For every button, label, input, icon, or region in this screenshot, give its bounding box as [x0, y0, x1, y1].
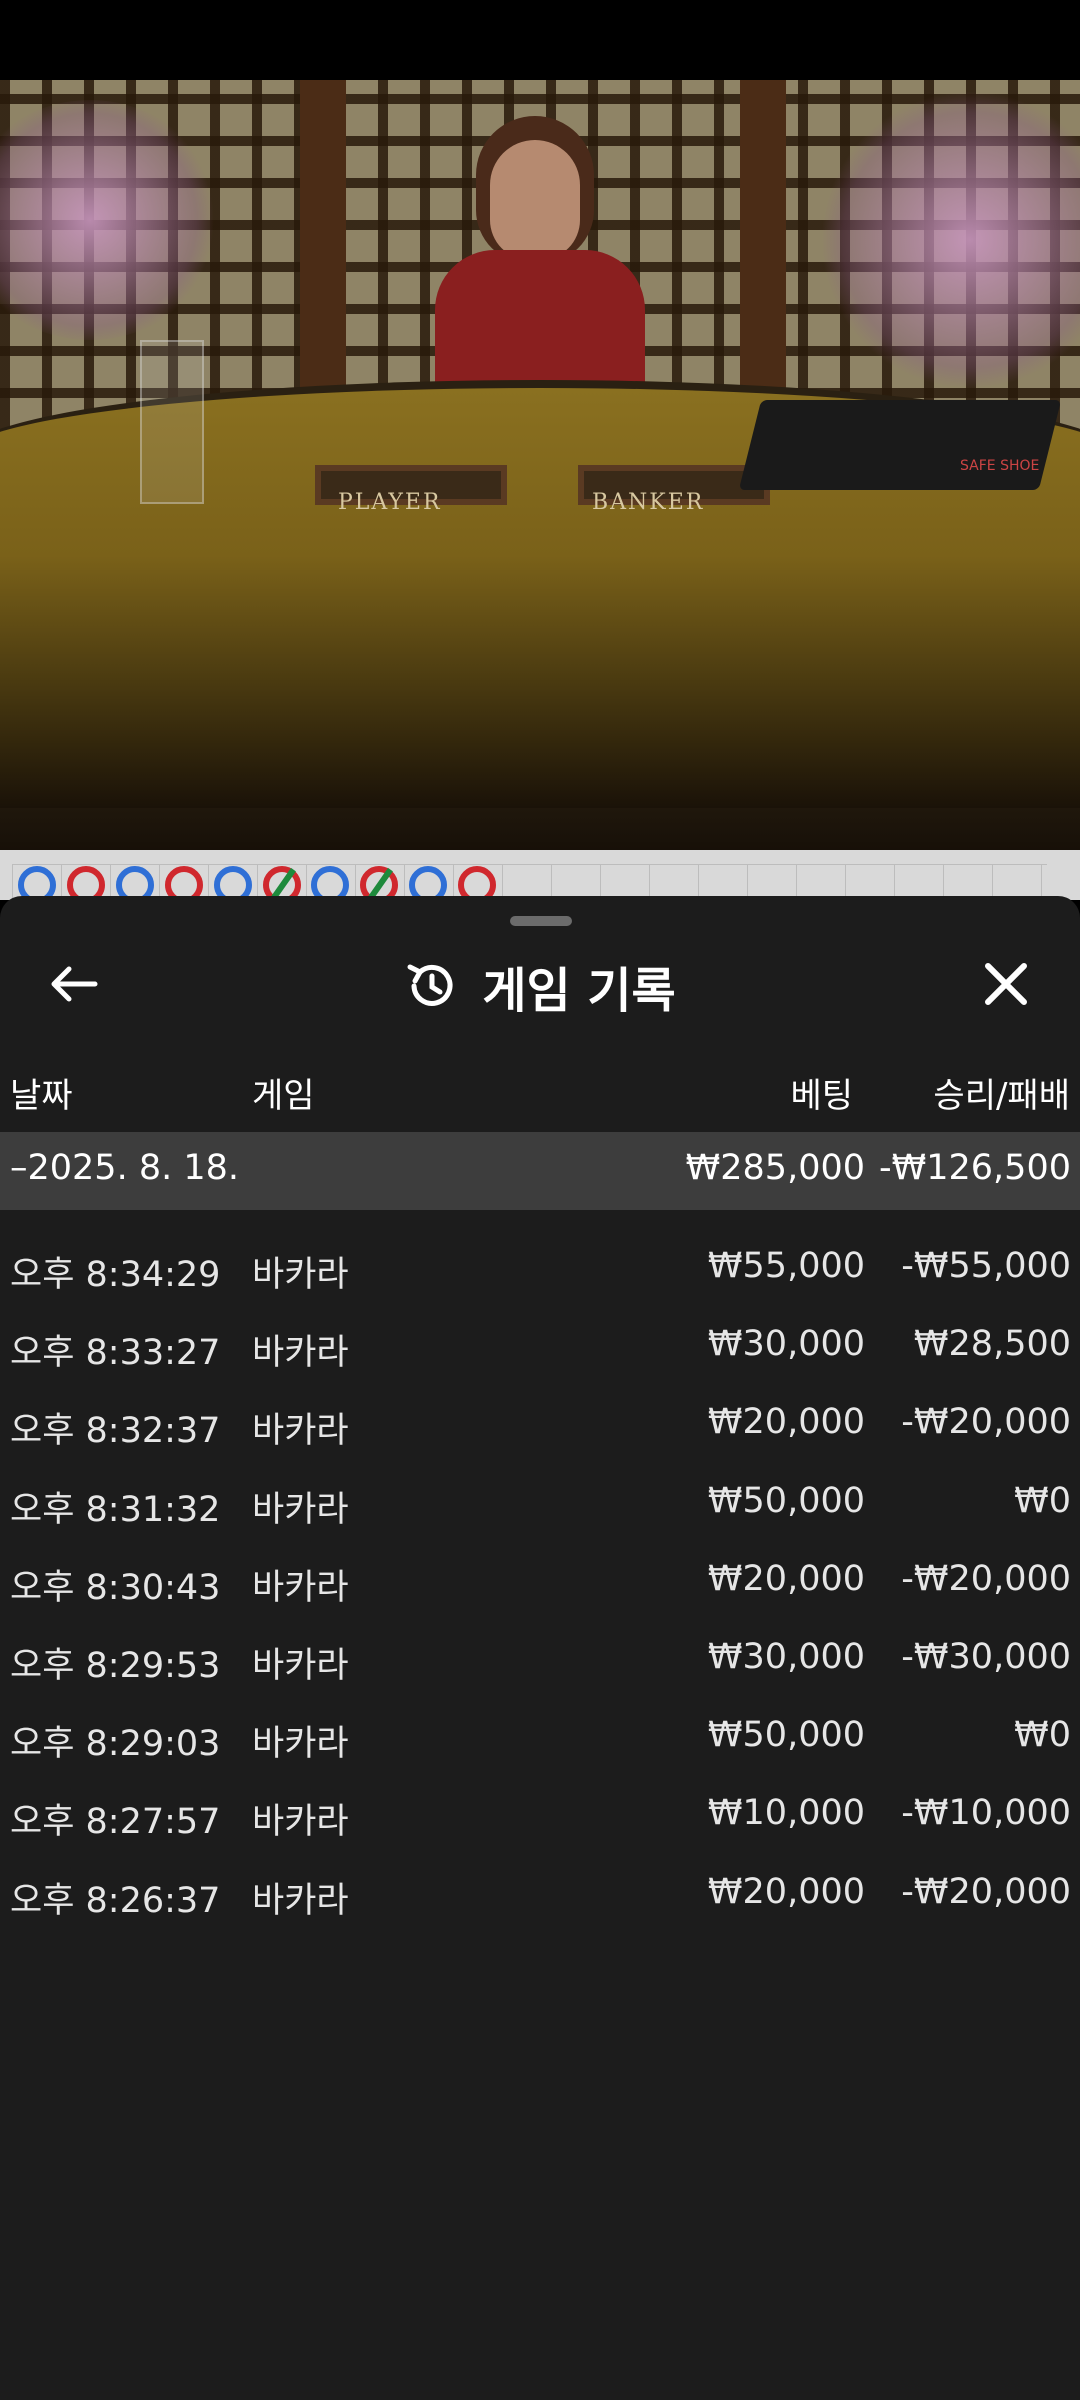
- row-result: -₩10,000: [901, 1793, 1071, 1834]
- table-row[interactable]: 오후 8:30:43 바카라 ₩20,000 -₩20,000: [0, 1547, 1080, 1625]
- player-label: PLAYER: [338, 490, 442, 515]
- row-bet: ₩20,000: [707, 1402, 865, 1443]
- row-time: 오후 8:30:43: [10, 1567, 221, 1608]
- table-row[interactable]: 오후 8:34:29 바카라 ₩55,000 -₩55,000: [0, 1234, 1080, 1312]
- row-bet: ₩50,000: [707, 1715, 865, 1756]
- column-header-game: 게임: [252, 1076, 315, 1116]
- bead-player: [18, 866, 56, 900]
- row-result: ₩0: [1014, 1715, 1071, 1756]
- table-row[interactable]: 오후 8:27:57 바카라 ₩10,000 -₩10,000: [0, 1781, 1080, 1859]
- row-result: -₩20,000: [901, 1402, 1071, 1443]
- row-game: 바카라: [252, 1567, 349, 1608]
- drag-handle[interactable]: [510, 916, 572, 926]
- row-game: 바카라: [252, 1880, 349, 1921]
- bead-banker: [66, 866, 105, 900]
- row-bet: ₩55,000: [707, 1246, 865, 1286]
- row-bet: ₩50,000: [707, 1480, 865, 1521]
- bead-player: [311, 866, 350, 900]
- row-time: 오후 8:33:27: [10, 1333, 221, 1374]
- card-shoe: [738, 400, 1062, 490]
- row-result: -₩20,000: [901, 1558, 1071, 1599]
- live-video-feed[interactable]: PLAYER BANKER SAFE SHOE: [0, 80, 1080, 850]
- table-row[interactable]: 오후 8:29:53 바카라 ₩30,000 -₩30,000: [0, 1625, 1080, 1703]
- row-time: 오후 8:34:29: [10, 1255, 221, 1295]
- row-time: 오후 8:26:37: [10, 1880, 221, 1921]
- column-header-bet: 베팅: [790, 1076, 853, 1116]
- date-group-date: –2025. 8. 18.: [10, 1148, 240, 1188]
- history-icon: [407, 964, 453, 1006]
- bead-banker: [360, 866, 399, 900]
- row-bet: ₩20,000: [707, 1871, 865, 1912]
- table-row[interactable]: 오후 8:33:27 바카라 ₩30,000 ₩28,500: [0, 1312, 1080, 1390]
- row-bet: ₩10,000: [707, 1793, 865, 1834]
- row-game: 바카라: [252, 1802, 349, 1843]
- table-row[interactable]: 오후 8:31:32 바카라 ₩50,000 ₩0: [0, 1469, 1080, 1547]
- arrow-left-icon: [51, 966, 98, 1002]
- close-button[interactable]: [970, 948, 1042, 1020]
- bead-banker: [458, 866, 497, 900]
- date-group-row[interactable]: –2025. 8. 18. ₩285,000 -₩126,500: [0, 1132, 1080, 1210]
- bead-banker: [262, 866, 301, 900]
- column-header-date: 날짜: [10, 1076, 73, 1116]
- row-bet: ₩30,000: [707, 1637, 865, 1677]
- row-result: -₩55,000: [901, 1246, 1071, 1286]
- row-game: 바카라: [252, 1724, 349, 1765]
- date-group-result-total: -₩126,500: [879, 1148, 1071, 1188]
- row-result: -₩30,000: [901, 1637, 1071, 1677]
- banker-label: BANKER: [592, 490, 705, 515]
- back-button[interactable]: [38, 948, 110, 1020]
- bead-player: [409, 866, 448, 900]
- row-time: 오후 8:32:37: [10, 1411, 221, 1452]
- row-bet: ₩20,000: [707, 1558, 865, 1599]
- row-game: 바카라: [252, 1646, 349, 1686]
- row-time: 오후 8:29:03: [10, 1724, 221, 1765]
- bead-player: [115, 866, 154, 900]
- row-time: 오후 8:29:53: [10, 1646, 221, 1686]
- row-time: 오후 8:27:57: [10, 1802, 221, 1843]
- row-bet: ₩30,000: [707, 1324, 865, 1365]
- shoe-label: SAFE SHOE: [960, 458, 1040, 474]
- game-history-sheet: 게임 기록 날짜 게임 베팅 승리/패배 –2025. 8. 18. ₩285,…: [0, 896, 1080, 2400]
- row-result: -₩20,000: [901, 1871, 1071, 1912]
- row-game: 바카라: [252, 1489, 349, 1530]
- row-game: 바카라: [252, 1255, 349, 1295]
- bead-banker: [164, 866, 203, 900]
- sheet-header: 게임 기록: [0, 946, 1080, 1026]
- table-row[interactable]: 오후 8:32:37 바카라 ₩20,000 -₩20,000: [0, 1390, 1080, 1468]
- status-bar: [0, 0, 1080, 80]
- page-title: 게임 기록: [482, 963, 676, 1019]
- row-result: ₩28,500: [913, 1324, 1071, 1365]
- table-row[interactable]: 오후 8:26:37 바카라 ₩20,000 -₩20,000: [0, 1860, 1080, 1938]
- table-row[interactable]: 오후 8:29:03 바카라 ₩50,000 ₩0: [0, 1703, 1080, 1781]
- dealer-head: [490, 140, 580, 260]
- discard-holder: [140, 340, 204, 504]
- row-game: 바카라: [252, 1333, 349, 1374]
- date-group-bet-total: ₩285,000: [685, 1148, 865, 1188]
- row-time: 오후 8:31:32: [10, 1489, 221, 1530]
- close-icon: [985, 963, 1027, 1005]
- row-result: ₩0: [1014, 1480, 1071, 1521]
- bead-roadmap: [0, 850, 1080, 900]
- row-game: 바카라: [252, 1411, 349, 1452]
- column-header-result: 승리/패배: [933, 1076, 1070, 1116]
- bead-player: [213, 866, 252, 900]
